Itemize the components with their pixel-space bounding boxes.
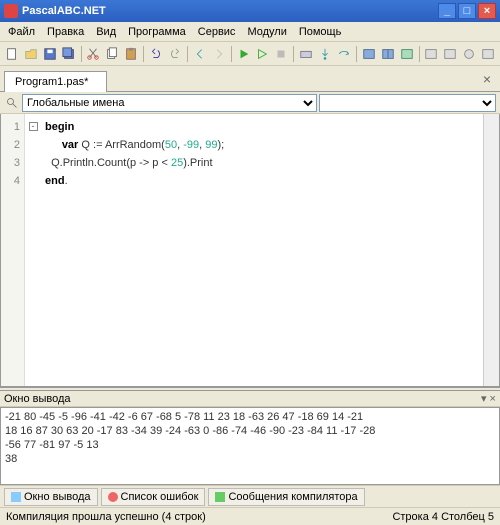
forward-icon[interactable] <box>210 45 228 63</box>
ext3-icon[interactable] <box>460 45 478 63</box>
status-bar: Компиляция прошла успешно (4 строк) Стро… <box>0 507 500 525</box>
line-number: 2 <box>1 136 20 154</box>
btab-compiler[interactable]: Сообщения компилятора <box>208 488 364 506</box>
kw-end: end <box>45 175 65 187</box>
line-gutter: 1 2 3 4 <box>1 114 25 386</box>
fold-minus-icon[interactable]: - <box>29 122 38 131</box>
menu-file[interactable]: Файл <box>2 24 41 40</box>
step-over-icon[interactable] <box>335 45 353 63</box>
editor-scrollbar[interactable] <box>483 114 499 386</box>
menu-service[interactable]: Сервис <box>192 24 242 40</box>
cut-icon[interactable] <box>85 45 103 63</box>
paste-icon[interactable] <box>122 45 140 63</box>
output-close-icon[interactable]: ▾ × <box>481 392 496 405</box>
member-dropdown[interactable] <box>319 94 496 112</box>
toolbar <box>0 42 500 66</box>
close-button[interactable]: × <box>478 3 496 19</box>
code-editor: 1 2 3 4 - begin var Q := ArrRandom(50, -… <box>0 114 500 387</box>
menu-view[interactable]: Вид <box>90 24 122 40</box>
step-into-icon[interactable] <box>316 45 334 63</box>
window2-icon[interactable] <box>379 45 397 63</box>
save-all-icon[interactable] <box>60 45 78 63</box>
redo-icon[interactable] <box>166 45 184 63</box>
window3-icon[interactable] <box>398 45 416 63</box>
output-line: 18 16 87 30 63 20 -17 83 -34 39 -24 -63 … <box>5 424 495 438</box>
new-file-icon[interactable] <box>3 45 21 63</box>
toolbar-separator <box>81 46 82 62</box>
ext4-icon[interactable] <box>479 45 497 63</box>
ext2-icon[interactable] <box>441 45 459 63</box>
scope-row: Глобальные имена <box>0 92 500 114</box>
open-file-icon[interactable] <box>22 45 40 63</box>
tab-close-icon[interactable]: × <box>478 70 496 88</box>
menu-help[interactable]: Помощь <box>293 24 348 40</box>
status-left: Компиляция прошла успешно (4 строк) <box>6 511 206 523</box>
menu-program[interactable]: Программа <box>122 24 192 40</box>
fold-column: - <box>25 114 41 386</box>
stop-icon[interactable] <box>272 45 290 63</box>
output-line: -56 77 -81 97 -5 13 <box>5 438 495 452</box>
search-icon[interactable] <box>4 95 20 111</box>
menu-modules[interactable]: Модули <box>241 24 292 40</box>
output-line: -21 80 -45 -5 -96 -41 -42 -6 67 -68 5 -7… <box>5 410 495 424</box>
app-icon <box>4 4 18 18</box>
btab-output[interactable]: Окно вывода <box>4 488 98 506</box>
output-header: Окно вывода ▾ × <box>0 391 500 407</box>
compile-icon[interactable] <box>297 45 315 63</box>
toolbar-separator <box>356 46 357 62</box>
toolbar-separator <box>187 46 188 62</box>
output-title: Окно вывода <box>4 393 71 405</box>
minimize-button[interactable]: _ <box>438 3 456 19</box>
kw-begin: begin <box>45 121 74 133</box>
toolbar-separator <box>231 46 232 62</box>
line-number: 3 <box>1 154 20 172</box>
tab-bar: Program1.pas* × <box>0 66 500 92</box>
toolbar-separator <box>293 46 294 62</box>
back-icon[interactable] <box>191 45 209 63</box>
output-panel[interactable]: -21 80 -45 -5 -96 -41 -42 -6 67 -68 5 -7… <box>0 407 500 485</box>
toolbar-separator <box>143 46 144 62</box>
menu-edit[interactable]: Правка <box>41 24 90 40</box>
toolbar-separator <box>419 46 420 62</box>
window1-icon[interactable] <box>360 45 378 63</box>
title-bar: PascalABC.NET _ □ × <box>0 0 500 22</box>
copy-icon[interactable] <box>103 45 121 63</box>
status-right: Строка 4 Столбец 5 <box>392 511 494 523</box>
file-tab[interactable]: Program1.pas* <box>4 71 107 92</box>
line-number: 1 <box>1 118 20 136</box>
run-no-debug-icon[interactable] <box>254 45 272 63</box>
bottom-tabs: Окно вывода Список ошибок Сообщения комп… <box>0 485 500 507</box>
line-number: 4 <box>1 172 20 190</box>
undo-icon[interactable] <box>147 45 165 63</box>
run-icon[interactable] <box>235 45 253 63</box>
output-line: 38 <box>5 452 495 466</box>
scope-dropdown[interactable]: Глобальные имена <box>22 94 317 112</box>
code-area[interactable]: begin var Q := ArrRandom(50, -99, 99); Q… <box>41 114 483 386</box>
menu-bar: Файл Правка Вид Программа Сервис Модули … <box>0 22 500 42</box>
save-icon[interactable] <box>41 45 59 63</box>
ext1-icon[interactable] <box>423 45 441 63</box>
window-title: PascalABC.NET <box>22 5 436 17</box>
maximize-button[interactable]: □ <box>458 3 476 19</box>
btab-errors[interactable]: Список ошибок <box>101 488 206 506</box>
kw-var: var <box>62 139 79 151</box>
